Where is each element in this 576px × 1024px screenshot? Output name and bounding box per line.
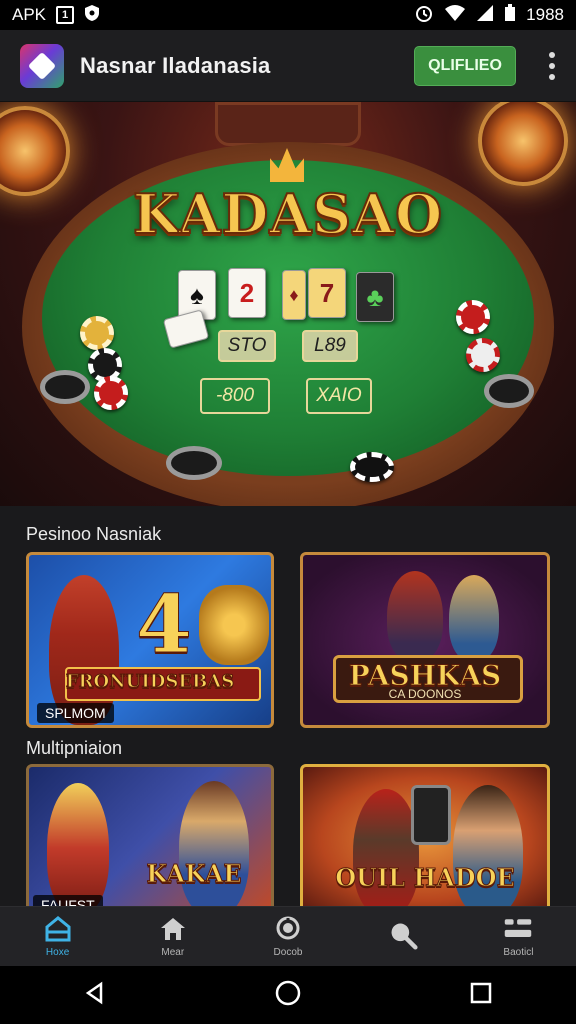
chip-icon [94,376,128,410]
shield-icon [84,4,100,27]
hero-banner[interactable]: KADASAO ♠ 2 ♦ 7 ♣ STO L89 -800 XAIO [0,102,576,506]
alarm-icon [414,3,434,28]
playing-card: ♦ [282,270,306,320]
section-title: Multipniaion [26,738,123,758]
nav-item-baoticl[interactable]: Baoticl [461,907,576,966]
game-tile[interactable]: OUIL HADOE [300,764,550,914]
chip-icon [456,300,490,334]
character-illustration [387,571,443,661]
nav-item-home[interactable]: Hoxe [0,907,115,966]
character-illustration [449,575,499,661]
game-tile[interactable]: 4 FRONUIDSEBAS SPLMOM [26,552,274,728]
search-pin-icon [273,915,303,943]
recents-icon[interactable] [469,981,493,1010]
playing-card: 7 [308,268,346,318]
tile-badge: SPLMOM [37,703,114,723]
right-lamp-decoration [478,102,568,186]
chip-well [166,446,222,480]
tile-title: OUIL HADOE [335,863,516,893]
hero-title: KADASAO [132,181,444,247]
playing-card: ♣ [356,272,394,322]
bottom-navigation: Hoxe Mear Docob Baoticl [0,906,576,966]
nav-label: Mear [161,947,185,958]
bet-box[interactable]: L89 [302,330,358,362]
signal-icon [476,4,494,27]
bet-box[interactable]: STO [218,330,276,362]
phone-illustration [411,785,451,845]
app-title: Nasnar Iladanasia [80,52,271,78]
home-circle-icon[interactable] [274,979,302,1012]
chair-decoration [215,102,361,146]
chip-well [484,374,534,408]
tile-big-number: 4 [136,577,193,672]
character-illustration [353,789,419,911]
trumpet-illustration [199,585,269,665]
system-navigation-bar [0,966,576,1024]
back-icon[interactable] [83,981,107,1010]
character-illustration [47,783,109,911]
tile-subtitle: CA DOONOS [388,687,462,701]
section-title: Pesinoo Nasniak [26,524,162,544]
chip-icon [350,452,394,482]
character-illustration [179,781,249,911]
home-outline-icon [43,915,73,943]
game-tile[interactable]: PASHKAS CA DOONOS [300,552,550,728]
clock-text: 1988 [526,5,564,24]
bet-box[interactable]: XAIO [306,378,372,414]
character-illustration [453,785,523,911]
nav-item-search[interactable] [346,907,461,966]
cta-button[interactable]: QLIFLIEO [414,45,516,86]
home-icon [158,915,188,943]
nav-label: Baoticl [503,947,534,958]
tile-title: KAKAE [146,859,242,889]
app-logo-icon [20,43,64,88]
status-bar: APK 1 1988 [0,0,576,30]
playing-card: 2 [228,268,266,318]
nav-item-docob[interactable]: Docob [230,907,345,966]
tile-title: FRONUIDSEBAS [65,671,235,693]
search-icon [388,921,418,950]
bet-box[interactable]: -800 [200,378,270,414]
nav-label: Hoxe [45,947,70,958]
notification-icon: 1 [56,6,75,24]
more-options-icon[interactable] [548,51,556,80]
chip-icon [466,338,500,372]
status-app-label: APK [12,5,47,24]
nav-item-mear[interactable]: Mear [115,907,230,966]
wifi-icon [444,4,466,27]
app-bar: Nasnar Iladanasia QLIFLIEO [0,30,576,102]
game-tile[interactable]: KAKAE FAUFST [26,764,274,914]
menu-icon [503,915,533,943]
nav-label: Docob [273,947,303,958]
chip-icon [80,316,114,350]
chip-well [40,370,90,404]
battery-icon [504,3,516,27]
